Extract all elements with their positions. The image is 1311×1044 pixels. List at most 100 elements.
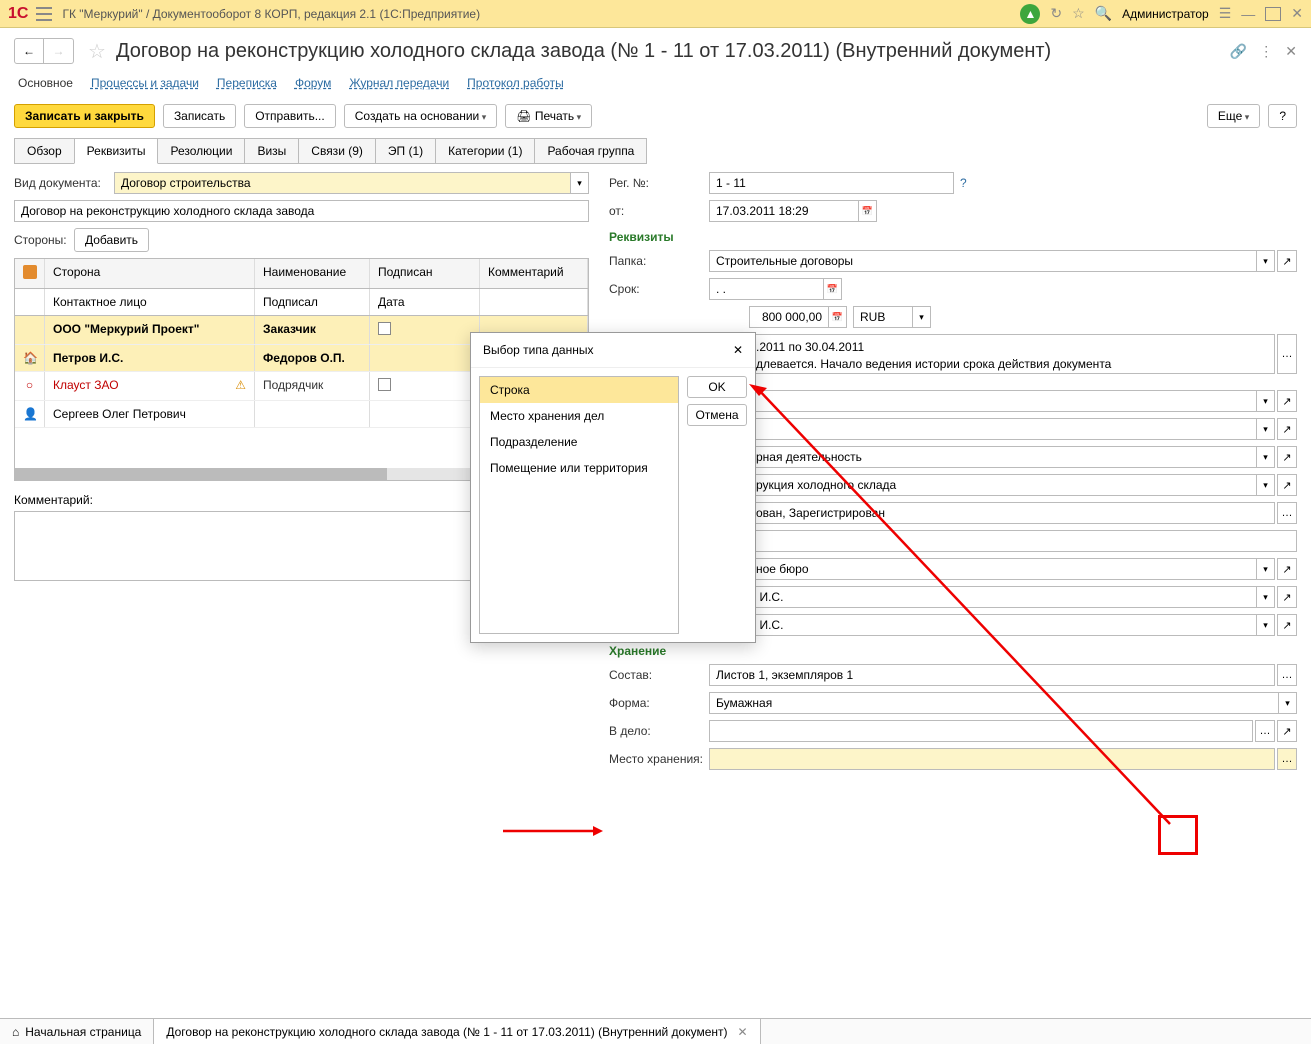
taskbar-home[interactable]: ⌂ Начальная страница (0, 1019, 154, 1044)
sum-input[interactable]: 800 000,00 (749, 306, 829, 328)
type-list: Строка Место хранения дел Подразделение … (479, 376, 679, 634)
type-option-storage[interactable]: Место хранения дел (480, 403, 678, 429)
folder-dropdown[interactable]: ▾ (1257, 250, 1275, 272)
settings-icon[interactable]: ☰ (1219, 5, 1232, 22)
close-icon[interactable]: ✕ (1285, 43, 1297, 60)
subtab-requisites[interactable]: Реквизиты (74, 138, 159, 164)
signed-checkbox[interactable] (378, 322, 391, 335)
print-button[interactable]: 🖨 Печать (505, 104, 592, 128)
nav-tab-main[interactable]: Основное (18, 76, 73, 90)
modal-close-icon[interactable]: ✕ (733, 343, 743, 357)
term-date-button[interactable]: 📅 (824, 278, 842, 300)
help-icon[interactable]: ? (960, 176, 967, 190)
status-input[interactable]: ован, Зарегистрирован (749, 502, 1275, 524)
th-party[interactable]: Сторона (45, 259, 255, 288)
nav-forward-button: → (44, 38, 74, 64)
taskbar: ⌂ Начальная страница Договор на реконстр… (0, 1018, 1311, 1044)
document-header: ← → ☆ Договор на реконструкцию холодного… (0, 28, 1311, 70)
link-icon[interactable]: 🔗 (1230, 43, 1247, 60)
storage-loc-select-button[interactable]: … (1277, 748, 1297, 770)
modal-ok-button[interactable]: OK (687, 376, 747, 398)
folder-open-button[interactable]: ↗ (1277, 250, 1297, 272)
subject-input[interactable]: рукция холодного склада (749, 474, 1257, 496)
date-input[interactable]: 17.03.2011 18:29 (709, 200, 859, 222)
notification-bell-icon[interactable]: ▲ (1020, 4, 1040, 24)
validity-edit-button[interactable]: … (1277, 334, 1297, 374)
sub-tabs: Обзор Реквизиты Резолюции Визы Связи (9)… (0, 138, 1311, 164)
tab-close-icon[interactable]: ✕ (738, 1025, 748, 1039)
th-signer[interactable]: Подписал (255, 289, 370, 315)
subtab-signatures[interactable]: ЭП (1) (375, 138, 436, 164)
field-input[interactable] (749, 390, 1257, 412)
type-option-string[interactable]: Строка (480, 377, 678, 403)
responsible-input[interactable]: Петров И.С. (709, 614, 1257, 636)
calc-button[interactable]: 📅 (829, 306, 847, 328)
folder-input[interactable]: Строительные договоры (709, 250, 1257, 272)
save-button[interactable]: Записать (163, 104, 236, 128)
type-option-dept[interactable]: Подразделение (480, 429, 678, 455)
case-input[interactable] (709, 720, 1253, 742)
modal-cancel-button[interactable]: Отмена (687, 404, 747, 426)
term-input[interactable]: . . (709, 278, 824, 300)
validity-note[interactable]: .2011 по 30.04.2011длевается. Начало вед… (749, 334, 1275, 374)
nav-tab-forum[interactable]: Форум (295, 76, 331, 90)
th-contact[interactable]: Контактное лицо (45, 289, 255, 315)
taskbar-document-tab[interactable]: Договор на реконструкцию холодного склад… (154, 1019, 760, 1044)
subtab-visas[interactable]: Визы (244, 138, 299, 164)
doc-type-dropdown[interactable]: ▾ (571, 172, 589, 194)
activity-input[interactable]: рная деятельность (749, 446, 1257, 468)
th-name[interactable]: Наименование (255, 259, 370, 288)
nav-tab-processes[interactable]: Процессы и задачи (91, 76, 199, 90)
reg-no-label: Рег. №: (609, 176, 709, 190)
maximize-icon[interactable] (1265, 7, 1281, 21)
storage-loc-input[interactable] (709, 748, 1275, 770)
subtab-categories[interactable]: Категории (1) (435, 138, 535, 164)
reg-no-input[interactable]: 1 - 11 (709, 172, 954, 194)
th-date[interactable]: Дата (370, 289, 480, 315)
history-icon[interactable]: ↻ (1050, 5, 1062, 22)
create-based-button[interactable]: Создать на основании (344, 104, 498, 128)
subtab-workgroup[interactable]: Рабочая группа (534, 138, 647, 164)
date-picker-button[interactable]: 📅 (859, 200, 877, 222)
th-signed[interactable]: Подписан (370, 259, 480, 288)
signed-checkbox[interactable] (378, 378, 391, 391)
doc-type-input[interactable]: Договор строительства (114, 172, 571, 194)
save-close-button[interactable]: Записать и закрыть (14, 104, 155, 128)
th-icon (15, 259, 45, 288)
form-input[interactable]: Бумажная (709, 692, 1279, 714)
field-input[interactable] (749, 418, 1257, 440)
subtab-overview[interactable]: Обзор (14, 138, 75, 164)
help-button[interactable]: ? (1268, 104, 1297, 128)
subtab-links[interactable]: Связи (9) (298, 138, 376, 164)
type-option-room[interactable]: Помещение или территория (480, 455, 678, 481)
nav-tab-transfer-log[interactable]: Журнал передачи (349, 76, 449, 90)
subtab-resolutions[interactable]: Резолюции (157, 138, 245, 164)
favorite-icon[interactable]: ☆ (1072, 5, 1085, 22)
more-icon[interactable]: ⋮ (1259, 43, 1273, 60)
prepared-input[interactable]: Петров И.С. (709, 586, 1257, 608)
field-input[interactable] (749, 530, 1297, 552)
composition-input[interactable]: Листов 1, экземпляров 1 (709, 664, 1275, 686)
nav-tab-correspondence[interactable]: Переписка (217, 76, 277, 90)
currency-input[interactable]: RUB (853, 306, 913, 328)
more-button[interactable]: Еще (1207, 104, 1260, 128)
person-icon: 👤 (15, 401, 45, 427)
add-party-button[interactable]: Добавить (74, 228, 149, 252)
storage-header: Хранение (609, 644, 1297, 658)
currency-dropdown[interactable]: ▾ (913, 306, 931, 328)
close-window-icon[interactable]: ✕ (1291, 5, 1303, 22)
dept-input[interactable]: ное бюро (749, 558, 1257, 580)
search-icon[interactable]: 🔍 (1095, 5, 1112, 22)
doc-name-input[interactable]: Договор на реконструкцию холодного склад… (14, 200, 589, 222)
storage-loc-label: Место хранения: (609, 752, 709, 766)
star-icon[interactable]: ☆ (88, 39, 106, 64)
send-button[interactable]: Отправить... (244, 104, 336, 128)
annotation-highlight (1158, 815, 1198, 855)
user-label[interactable]: Администратор (1122, 7, 1209, 21)
titlebar: 1C ГК "Меркурий" / Документооборот 8 КОР… (0, 0, 1311, 28)
nav-back-button[interactable]: ← (14, 38, 44, 64)
nav-tab-protocol[interactable]: Протокол работы (467, 76, 564, 90)
minimize-icon[interactable]: — (1241, 6, 1255, 22)
th-comment[interactable]: Комментарий (480, 259, 588, 288)
menu-icon[interactable] (36, 7, 52, 21)
